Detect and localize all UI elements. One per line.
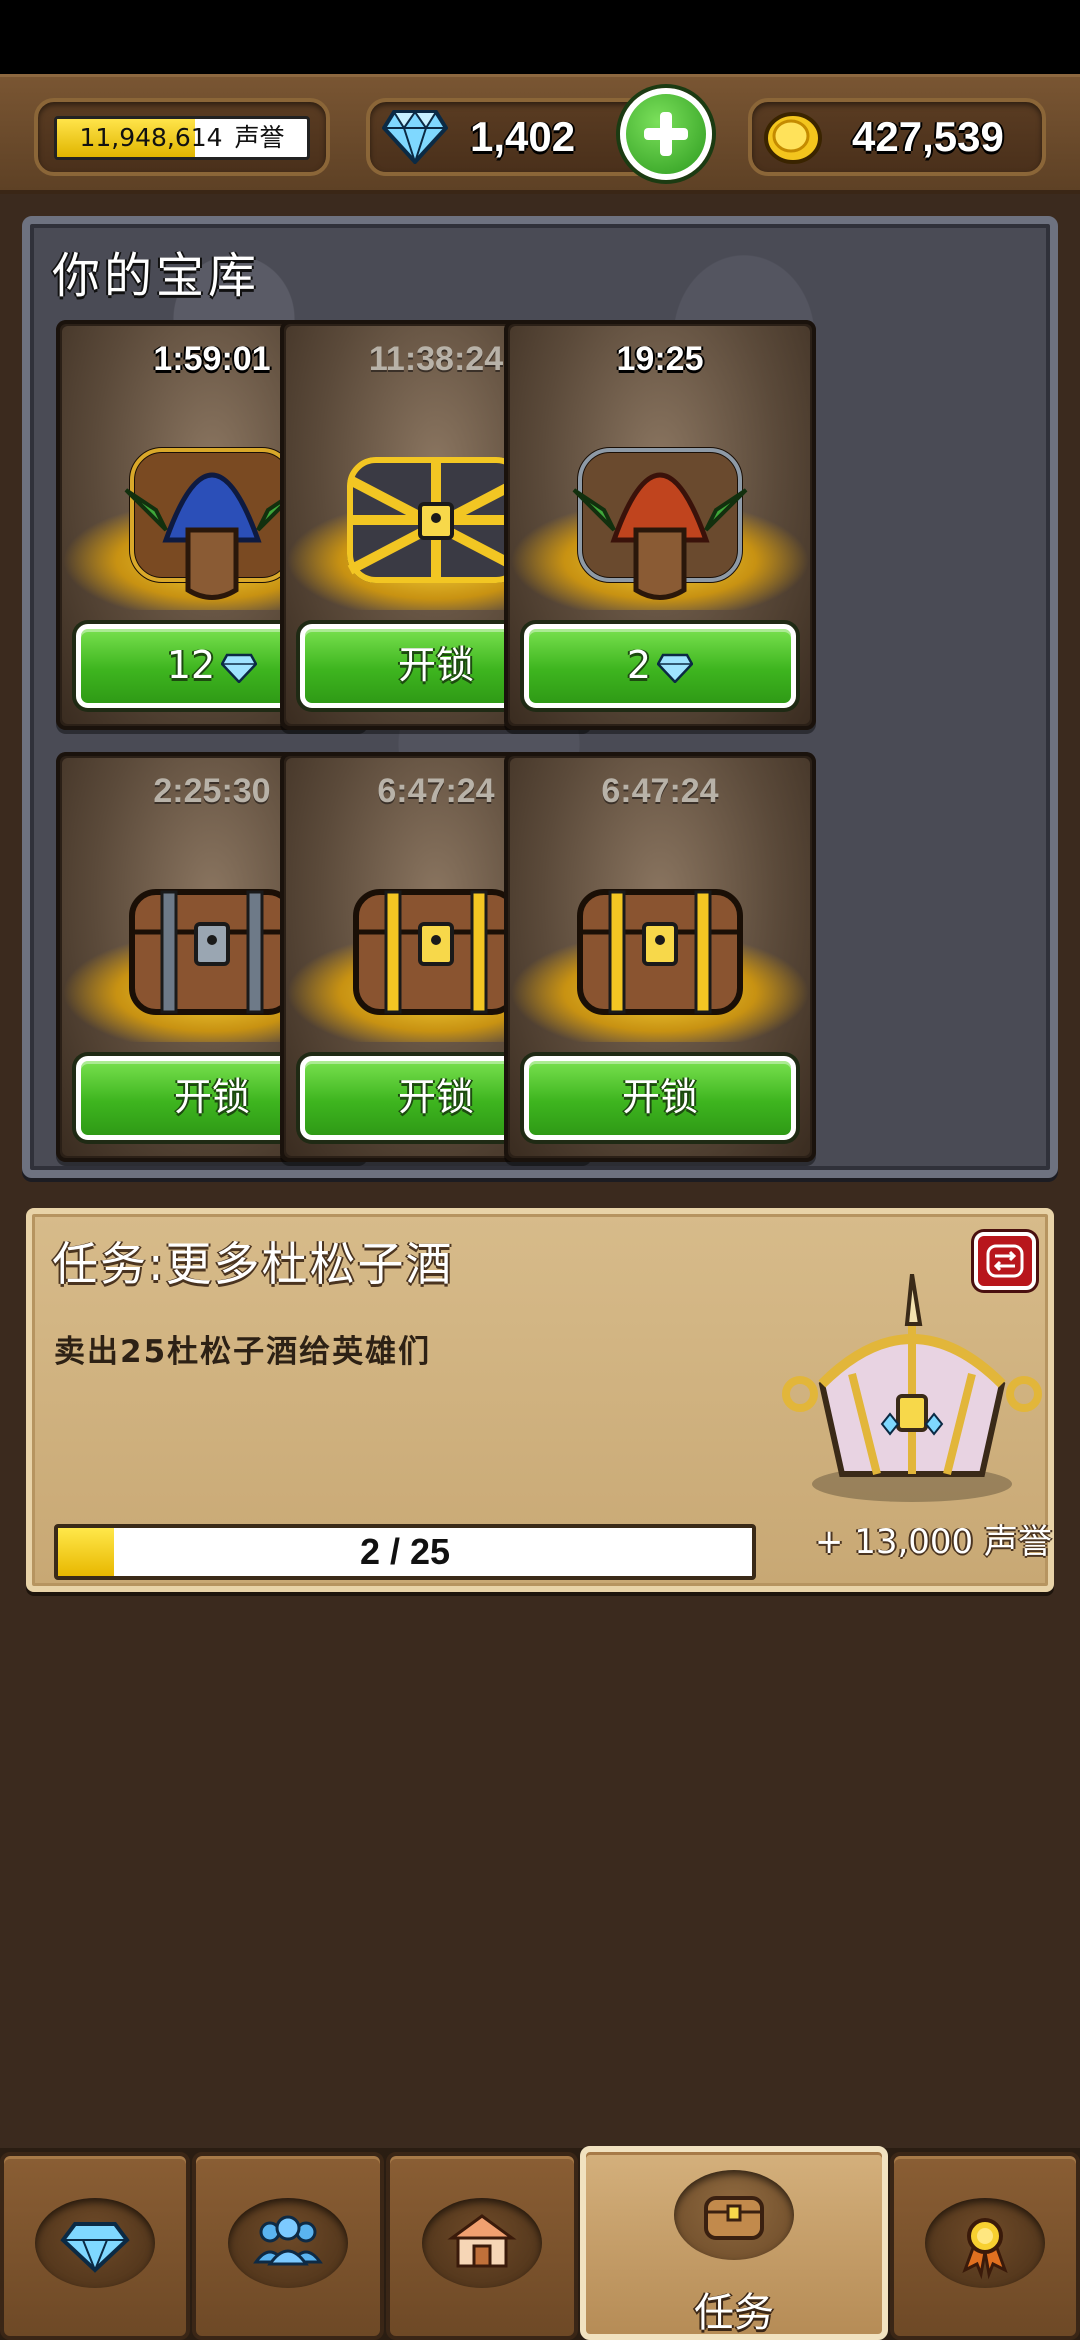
status-bar bbox=[0, 0, 1080, 74]
swap-icon bbox=[986, 1244, 1024, 1278]
gold-coin-icon bbox=[764, 112, 822, 164]
quest-description: 卖出25杜松子酒给英雄们 bbox=[54, 1334, 432, 1370]
nav-tab-achievements[interactable] bbox=[890, 2152, 1080, 2340]
reputation-unit: 声誉 bbox=[234, 123, 285, 152]
nav-tab-shop[interactable] bbox=[386, 2152, 578, 2340]
medal-icon bbox=[962, 2218, 1008, 2280]
quest-reward: + 13,000 声誉 bbox=[814, 1522, 1052, 1562]
golden-wooden-chest-icon bbox=[577, 889, 743, 1015]
chest-slot[interactable]: 6:47:24 开锁 bbox=[504, 752, 816, 1162]
unicorn-chest-icon bbox=[782, 1274, 1042, 1502]
reputation-value: 11,948,614 bbox=[79, 123, 223, 152]
gold-count: 427,539 bbox=[852, 113, 1004, 160]
quest-progress-bar: 2 / 25 bbox=[54, 1524, 756, 1580]
diamond-icon bbox=[382, 110, 448, 164]
gold-counter[interactable]: 427,539 bbox=[748, 98, 1046, 176]
speedup-button[interactable]: 2 bbox=[524, 624, 796, 708]
chest-timer: 6:47:24 bbox=[601, 772, 719, 810]
chest-timer: 19:25 bbox=[616, 340, 704, 378]
resource-bar: 11,948,614 声誉 1,402 427,539 bbox=[0, 74, 1080, 194]
gem-count: 1,402 bbox=[470, 113, 576, 160]
nav-tab-heroes[interactable] bbox=[192, 2152, 384, 2340]
diamond-icon bbox=[657, 653, 694, 683]
nav-tab-quests-label: 任务 bbox=[694, 2290, 774, 2336]
speedup-cost: 12 bbox=[166, 643, 216, 687]
chest-slot[interactable]: 19:25 2 bbox=[504, 320, 816, 730]
diamond-icon bbox=[60, 2222, 130, 2273]
quest-panel: 任务:更多杜松子酒 卖出25杜松子酒给英雄们 + 13,000 声誉 2 / 2… bbox=[26, 1208, 1054, 1592]
vault-panel: 你的宝库 1:59:01 12 11:38:24 开锁 19:25 2 2:25… bbox=[22, 216, 1058, 1178]
chest-icon bbox=[704, 2196, 764, 2240]
speedup-cost: 2 bbox=[626, 643, 652, 687]
nav-tab-quests[interactable]: 任务 bbox=[580, 2146, 888, 2340]
buy-gems-button[interactable] bbox=[620, 88, 712, 180]
diamond-icon bbox=[221, 653, 258, 683]
quest-title: 任务:更多杜松子酒 bbox=[52, 1237, 454, 1291]
reputation-progress: 11,948,614 声誉 bbox=[54, 116, 310, 160]
goblin-chest-red-icon bbox=[572, 447, 748, 600]
nav-tab-gems[interactable] bbox=[0, 2152, 190, 2340]
vault-title: 你的宝库 bbox=[52, 248, 261, 304]
shop-icon bbox=[447, 2214, 517, 2268]
unlock-button[interactable]: 开锁 bbox=[524, 1056, 796, 1140]
quest-progress-text: 2 / 25 bbox=[359, 1531, 451, 1572]
heroes-icon bbox=[253, 2215, 323, 2266]
bottom-nav: 任务 bbox=[0, 2146, 1080, 2340]
reputation-counter[interactable]: 11,948,614 声誉 bbox=[34, 98, 330, 176]
